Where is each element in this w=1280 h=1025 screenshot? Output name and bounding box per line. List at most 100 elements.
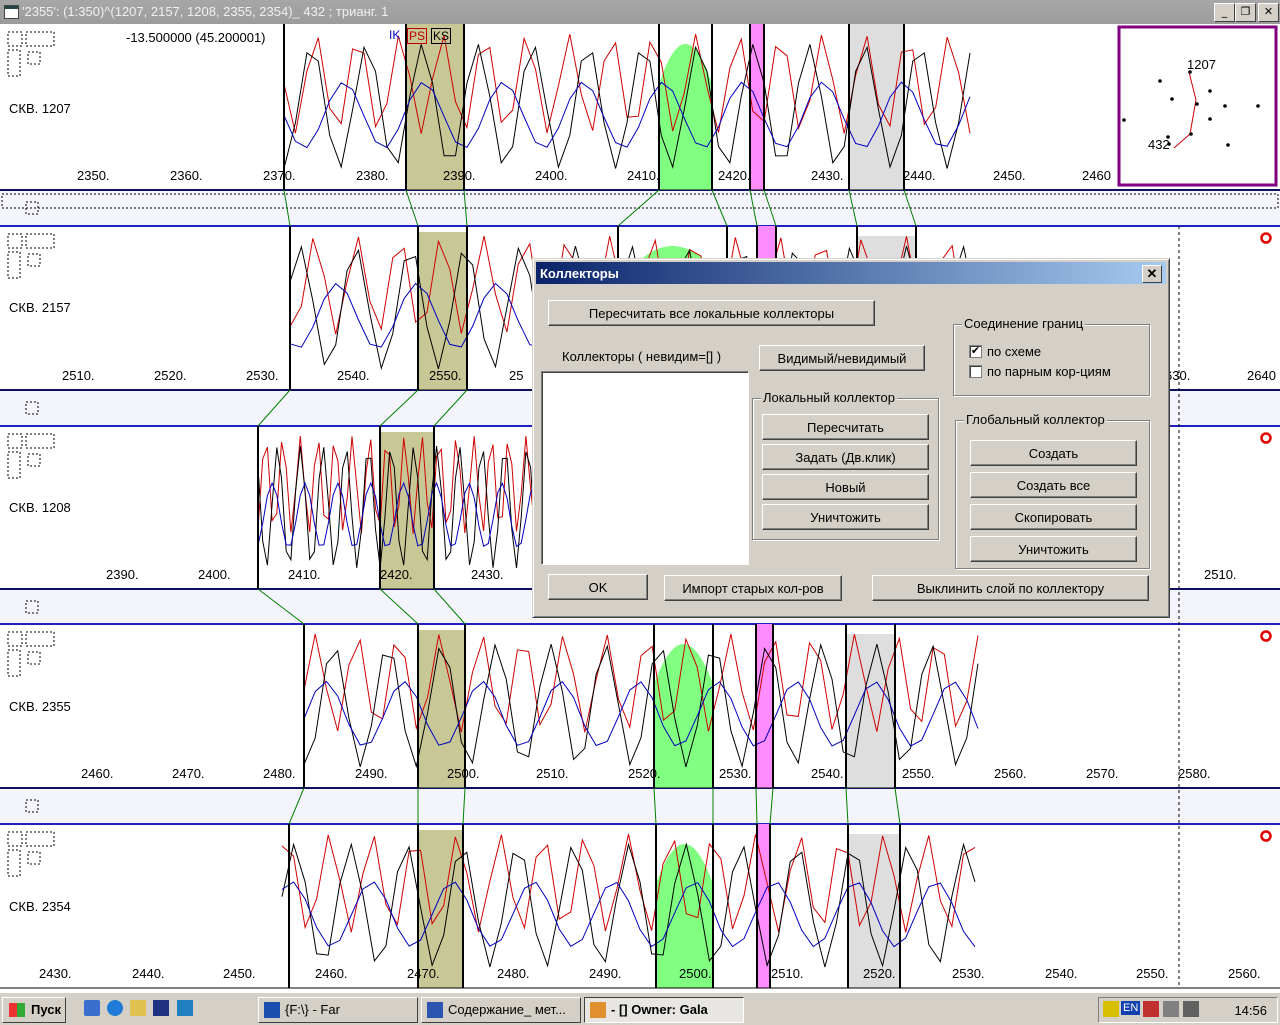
minimap-label-1207: 1207 bbox=[1187, 57, 1216, 72]
depth-tick-0-8: 2430. bbox=[811, 168, 844, 183]
olive-layer-2 bbox=[380, 432, 434, 589]
legend-ps[interactable]: PS bbox=[407, 28, 428, 44]
track-handle-d-1 bbox=[27, 253, 41, 267]
quicklaunch-ie-icon[interactable] bbox=[107, 1000, 123, 1016]
local-recalc-button[interactable]: Пересчитать bbox=[762, 414, 929, 440]
depth-tick-1-0: 2510. bbox=[62, 368, 95, 383]
legend-ik[interactable]: IK bbox=[388, 28, 401, 42]
global-create-button[interactable]: Создать bbox=[970, 440, 1137, 466]
minimap-label-432: 432 bbox=[1148, 137, 1170, 152]
tray-power-icon[interactable] bbox=[1103, 1001, 1119, 1017]
tray-monitor-icon[interactable] bbox=[1183, 1001, 1199, 1017]
depth-tick-2-3: 2420. bbox=[380, 567, 413, 582]
depth-tick-3-0: 2460. bbox=[81, 766, 114, 781]
minimap-well-9 bbox=[1226, 143, 1230, 147]
track-handle-c-4 bbox=[7, 849, 21, 877]
import-old-button[interactable]: Импорт старых кол-ров bbox=[664, 575, 842, 601]
depth-tick-0-1: 2360. bbox=[170, 168, 203, 183]
track-handle-b-4 bbox=[25, 831, 55, 847]
depth-tick-4-6: 2490. bbox=[589, 966, 622, 981]
pinch-layer-button[interactable]: Выклинить слой по коллектору bbox=[872, 575, 1149, 601]
track-handle-c-3 bbox=[7, 649, 21, 677]
track-handle-d-0 bbox=[27, 51, 41, 65]
window-title: '2355': (1:350)^(1207, 2157, 1208, 2355,… bbox=[22, 4, 389, 19]
global-collector-caption: Глобальный коллектор bbox=[964, 412, 1107, 427]
track-handle-b-1 bbox=[25, 233, 55, 249]
minimap-frame bbox=[1117, 25, 1278, 187]
depth-tick-0-4: 2390. bbox=[443, 168, 476, 183]
collectors-dialog: Коллекторы ✕ Пересчитать все локальные к… bbox=[532, 258, 1170, 618]
olive-layer-4 bbox=[418, 830, 463, 988]
dialog-title-bar[interactable]: Коллекторы ✕ bbox=[536, 262, 1166, 284]
ok-button[interactable]: OK bbox=[548, 574, 648, 600]
tray-network-icon[interactable] bbox=[1163, 1001, 1179, 1017]
well-name-1207: СКВ. 1207 bbox=[9, 101, 71, 116]
dialog-close-button[interactable]: ✕ bbox=[1142, 265, 1162, 283]
dialog-title: Коллекторы bbox=[540, 266, 619, 281]
recalc-all-button[interactable]: Пересчитать все локальные коллекторы bbox=[548, 300, 875, 326]
track-handle-b-0 bbox=[25, 31, 55, 47]
local-set-button[interactable]: Задать (Дв.клик) bbox=[762, 444, 929, 470]
track-handle-a-3 bbox=[7, 631, 23, 647]
depth-tick-0-9: 2440. bbox=[903, 168, 936, 183]
start-button[interactable]: Пуск bbox=[2, 997, 66, 1023]
tray-lang[interactable]: EN bbox=[1121, 1001, 1141, 1015]
depth-tick-4-5: 2480. bbox=[497, 966, 530, 981]
depth-tick-4-10: 2530. bbox=[952, 966, 985, 981]
global-create-all-button[interactable]: Создать все bbox=[970, 472, 1137, 498]
word-icon bbox=[427, 1002, 443, 1018]
tray-app-icon[interactable] bbox=[1143, 1001, 1159, 1017]
track-handle-b-3 bbox=[25, 631, 55, 647]
quicklaunch-app2-icon[interactable] bbox=[177, 1000, 193, 1016]
gray-layer-0 bbox=[849, 24, 904, 190]
well-name-2354: СКВ. 2354 bbox=[9, 899, 71, 914]
restore-button[interactable]: ❐ bbox=[1235, 3, 1256, 22]
app-icon[interactable] bbox=[4, 5, 19, 19]
well-name-1208: СКВ. 1208 bbox=[9, 500, 71, 515]
well-marker-circle-4 bbox=[1260, 830, 1272, 842]
far-icon bbox=[264, 1002, 280, 1018]
depth-tick-3-2: 2480. bbox=[263, 766, 296, 781]
gala-icon bbox=[590, 1002, 606, 1018]
depth-tick-4-1: 2440. bbox=[132, 966, 165, 981]
by-pairs-checkbox[interactable] bbox=[969, 365, 982, 378]
task-word[interactable]: Содержание_ мет... bbox=[421, 997, 581, 1023]
task-gala-label: - [] Owner: Gala bbox=[611, 1002, 708, 1017]
depth-tick-4-12: 2550. bbox=[1136, 966, 1169, 981]
minimap-well-0 bbox=[1158, 79, 1162, 83]
quicklaunch-outlook-icon[interactable] bbox=[130, 1000, 146, 1016]
collectors-list-label: Коллекторы ( невидим=[] ) bbox=[562, 349, 722, 364]
track-handle-d-3 bbox=[27, 651, 41, 665]
local-destroy-button[interactable]: Уничтожить bbox=[762, 504, 929, 530]
tray-clock: 14:56 bbox=[1234, 1003, 1267, 1018]
depth-tick-1-4: 2550. bbox=[429, 368, 462, 383]
quicklaunch-app-icon[interactable] bbox=[153, 1000, 169, 1016]
global-copy-button[interactable]: Скопировать bbox=[970, 504, 1137, 530]
task-gala[interactable]: - [] Owner: Gala bbox=[584, 997, 744, 1023]
track-handle-a-1 bbox=[7, 233, 23, 249]
depth-tick-0-2: 2370. bbox=[263, 168, 296, 183]
global-destroy-button[interactable]: Уничтожить bbox=[970, 536, 1137, 562]
task-word-label: Содержание_ мет... bbox=[448, 1002, 566, 1017]
local-collector-caption: Локальный коллектор bbox=[761, 390, 897, 405]
depth-tick-4-11: 2540. bbox=[1045, 966, 1078, 981]
minimize-button[interactable]: _ bbox=[1214, 3, 1235, 22]
join-caption: Соединение границ bbox=[962, 316, 1086, 331]
quicklaunch-desktop-icon[interactable] bbox=[84, 1000, 100, 1016]
depth-tick-3-11: 2570. bbox=[1086, 766, 1119, 781]
depth-tick-4-4: 2470. bbox=[407, 966, 440, 981]
collectors-list[interactable] bbox=[541, 371, 749, 565]
task-far[interactable]: {F:\} - Far bbox=[258, 997, 418, 1023]
visible-toggle-button[interactable]: Видимый/невидимый bbox=[759, 345, 925, 371]
local-new-button[interactable]: Новый bbox=[762, 474, 929, 500]
legend-ks[interactable]: KS bbox=[431, 28, 452, 44]
start-label: Пуск bbox=[31, 1002, 61, 1017]
depth-tick-2-1: 2400. bbox=[198, 567, 231, 582]
minimap-well-7 bbox=[1122, 118, 1126, 122]
well-marker-circle-2 bbox=[1260, 432, 1272, 444]
depth-tick-1-1: 2520. bbox=[154, 368, 187, 383]
close-button[interactable]: ✕ bbox=[1258, 3, 1279, 22]
by-scheme-checkbox[interactable]: ✔ bbox=[969, 345, 982, 358]
olive-layer-0 bbox=[406, 24, 464, 190]
taskbar: Пуск {F:\} - Far Содержание_ мет... - []… bbox=[0, 992, 1280, 1025]
